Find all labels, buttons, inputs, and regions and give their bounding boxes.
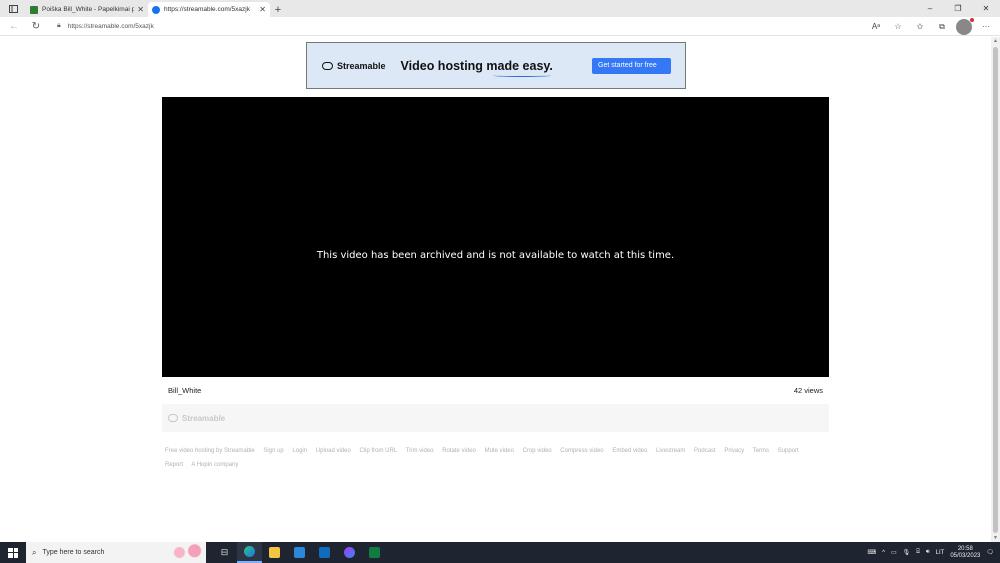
- network-icon[interactable]: ⌸: [916, 549, 920, 556]
- new-tab-button[interactable]: +: [270, 2, 286, 17]
- footer-link[interactable]: Upload video: [316, 448, 351, 454]
- lock-icon: 🔒︎: [57, 22, 61, 29]
- footer-brand: Streamable: [182, 413, 226, 423]
- clock[interactable]: 20:58 05/03/2023: [950, 546, 980, 560]
- footer-brand-band: Streamable: [162, 404, 829, 432]
- scrollbar-thumb[interactable]: [993, 47, 998, 533]
- scroll-up-icon[interactable]: ▲: [991, 37, 1000, 45]
- streamable-logo-icon: [322, 61, 333, 70]
- search-placeholder: Type here to search: [42, 549, 105, 556]
- spreadsheet-icon[interactable]: [362, 542, 387, 563]
- archived-message: This video has been archived and is not …: [316, 250, 675, 261]
- tab-streamable[interactable]: https://streamable.com/5xazjk ✕: [148, 2, 270, 17]
- ad-headline-text: Video hosting made easy.: [400, 58, 553, 73]
- tab-title: Poiška Bill_White - Papelkimai pr...: [42, 6, 135, 13]
- volume-icon[interactable]: 🔊︎: [926, 549, 930, 556]
- clock-date: 05/03/2023: [950, 552, 981, 559]
- footer-link[interactable]: Privacy: [724, 448, 744, 454]
- back-button[interactable]: ←: [3, 21, 25, 32]
- scroll-down-icon[interactable]: ▼: [991, 534, 1000, 542]
- browser-toolbar: ← ↻ 🔒︎ https://streamable.com/5xazjk Aᵃ …: [0, 17, 1000, 36]
- close-window-button[interactable]: ✕: [972, 0, 1000, 17]
- uploader-name[interactable]: Bill_White: [168, 386, 201, 395]
- show-hidden-icons[interactable]: ^: [882, 550, 885, 556]
- footer-link[interactable]: Login: [292, 448, 307, 454]
- notifications-icon[interactable]: 🗨︎: [986, 549, 994, 556]
- footer-link[interactable]: Crop video: [523, 448, 552, 454]
- start-button[interactable]: [0, 542, 26, 563]
- footer-link[interactable]: Free video hosting by Streamable: [165, 448, 255, 454]
- more-menu-icon[interactable]: ···: [978, 19, 994, 35]
- footer-link[interactable]: Report: [165, 462, 183, 468]
- footer-link[interactable]: Rotate video: [442, 448, 476, 454]
- ad-banner[interactable]: Streamable Video hosting made easy. Get …: [306, 42, 686, 89]
- footer-link[interactable]: Compress video: [560, 448, 603, 454]
- refresh-button[interactable]: ↻: [25, 21, 47, 32]
- close-tab-icon[interactable]: ✕: [259, 5, 266, 14]
- keyboard-icon[interactable]: ⌨: [867, 549, 876, 556]
- mail-icon[interactable]: [312, 542, 337, 563]
- cherry-blossom-icon: [168, 544, 206, 561]
- file-explorer-icon[interactable]: [262, 542, 287, 563]
- tab-title: https://streamable.com/5xazjk: [164, 6, 250, 13]
- tab-bar: Poiška Bill_White - Papelkimai pr... ✕ h…: [0, 0, 1000, 17]
- language-indicator[interactable]: LIT: [936, 550, 945, 556]
- close-tab-icon[interactable]: ✕: [137, 5, 144, 14]
- url-text: https://streamable.com/5xazjk: [67, 22, 154, 30]
- footer-link[interactable]: Livestream: [656, 448, 685, 454]
- get-started-button[interactable]: Get started for free: [592, 58, 671, 74]
- streamable-logo-icon: [168, 414, 178, 422]
- video-player[interactable]: This video has been archived and is not …: [162, 97, 829, 414]
- task-view-icon[interactable]: ⊟: [212, 542, 237, 563]
- footer-link[interactable]: Embed video: [612, 448, 647, 454]
- footer-link[interactable]: Podcast: [694, 448, 716, 454]
- footer-link[interactable]: Sign up: [263, 448, 283, 454]
- clock-time: 20:58: [957, 545, 973, 552]
- favorites-icon[interactable]: ✩: [912, 19, 928, 35]
- headline-underline: [492, 74, 551, 77]
- edge-icon[interactable]: [237, 542, 262, 563]
- ad-logo: Streamable: [322, 61, 386, 71]
- restore-button[interactable]: ❐: [944, 0, 972, 17]
- tab-papelkimai[interactable]: Poiška Bill_White - Papelkimai pr... ✕: [26, 2, 148, 17]
- profile-button[interactable]: [956, 17, 974, 35]
- tab-favicon-icon: [152, 5, 160, 14]
- tab-actions-button[interactable]: [0, 0, 26, 17]
- microphone-icon[interactable]: 🎙︎: [903, 549, 911, 556]
- avatar: [956, 17, 974, 35]
- view-count: 42 views: [793, 386, 823, 395]
- footer-link[interactable]: Mute video: [485, 448, 514, 454]
- system-tray: ⌨ ^ ▭ 🎙︎ ⌸ 🔊︎ LIT 20:58 05/03/2023 🗨︎: [867, 542, 1000, 563]
- footer-link[interactable]: Support: [778, 448, 799, 454]
- messenger-icon[interactable]: [337, 542, 362, 563]
- taskbar-apps: ⊟: [212, 542, 387, 563]
- search-icon: ⌕: [32, 547, 37, 557]
- footer-link[interactable]: Terms: [753, 448, 769, 454]
- footer-links: Free video hosting by Streamable Sign up…: [165, 444, 835, 472]
- footer-link: A Hopin company: [191, 462, 239, 468]
- page-scrollbar[interactable]: ▲ ▼: [991, 37, 1000, 542]
- address-bar[interactable]: 🔒︎ https://streamable.com/5xazjk: [57, 19, 877, 33]
- battery-icon[interactable]: ▭: [891, 549, 897, 556]
- taskbar-search[interactable]: ⌕ Type here to search: [26, 542, 206, 563]
- tab-favicon-icon: [30, 5, 38, 14]
- windows-taskbar: ⌕ Type here to search ⊟ ⌨ ^ ▭ 🎙︎ ⌸ 🔊︎ LI…: [0, 542, 1000, 563]
- toolbar-icons: Aᵃ ☆ ✩ ⧉ ···: [868, 17, 994, 36]
- window-controls: – ❐ ✕: [916, 0, 1000, 17]
- footer-link[interactable]: Trim video: [406, 448, 434, 454]
- video-info-bar: Bill_White 42 views: [162, 377, 829, 404]
- read-aloud-icon[interactable]: Aᵃ: [868, 19, 884, 35]
- ad-brand: Streamable: [337, 60, 386, 71]
- windows-logo-icon: [8, 547, 18, 558]
- store-icon[interactable]: [287, 542, 312, 563]
- minimize-button[interactable]: –: [916, 0, 944, 17]
- collections-icon[interactable]: ⧉: [934, 19, 950, 35]
- footer-logo[interactable]: Streamable: [168, 414, 225, 423]
- favorite-star-icon[interactable]: ☆: [890, 19, 906, 35]
- footer-link[interactable]: Clip from URL: [359, 448, 397, 454]
- ad-headline: Video hosting made easy.: [400, 58, 553, 77]
- tab-actions-icon: [8, 4, 18, 13]
